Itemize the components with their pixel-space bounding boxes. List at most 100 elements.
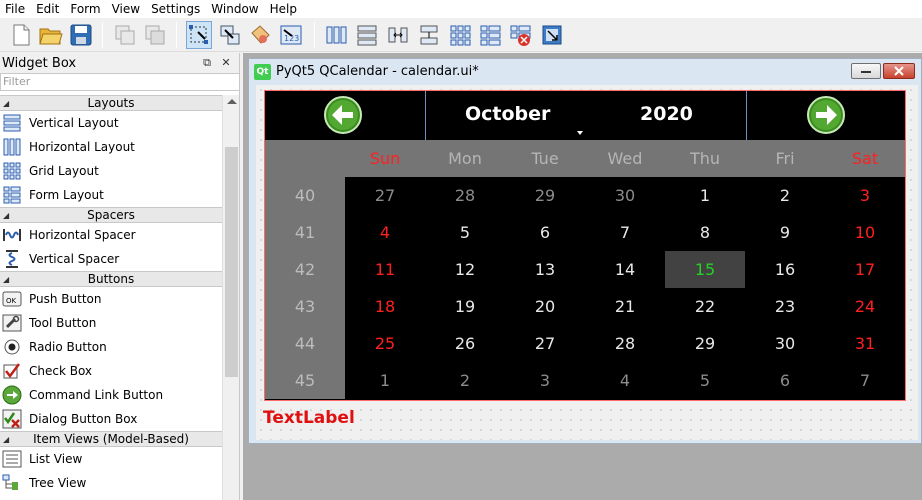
widget-item[interactable]: Command Link Button (0, 383, 222, 407)
save-form-icon[interactable] (68, 21, 94, 49)
layout-vertical-splitter-icon[interactable] (416, 21, 442, 49)
cut-icon[interactable] (112, 21, 138, 49)
widget-box-scrollbar[interactable] (222, 95, 239, 500)
float-panel-icon[interactable]: ⧉ (200, 56, 214, 70)
month-dropdown-icon[interactable] (577, 131, 583, 135)
day-cell[interactable]: 8 (665, 214, 745, 251)
day-cell[interactable]: 17 (825, 251, 905, 288)
day-cell[interactable]: 5 (665, 362, 745, 399)
selected-day-cell[interactable]: 15 (665, 251, 745, 288)
day-cell[interactable]: 5 (425, 214, 505, 251)
widget-item[interactable]: Dialog Button Box (0, 407, 222, 431)
day-cell[interactable]: 27 (345, 177, 425, 214)
day-cell[interactable]: 3 (505, 362, 585, 399)
calendar-widget[interactable]: October 2020 Sun Mon Tue Wed Thu Fri Sat 40 27 28… (264, 90, 906, 401)
day-cell[interactable]: 22 (665, 288, 745, 325)
day-cell[interactable]: 3 (825, 177, 905, 214)
scroll-up-icon[interactable] (227, 99, 237, 104)
widget-item[interactable]: OK Push Button (0, 287, 222, 311)
previous-month-icon[interactable] (323, 95, 363, 135)
menu-edit[interactable]: Edit (31, 0, 65, 18)
new-form-icon[interactable] (8, 21, 34, 49)
layout-vertical-icon[interactable] (354, 21, 380, 49)
day-cell[interactable]: 6 (505, 214, 585, 251)
day-cell[interactable]: 7 (585, 214, 665, 251)
edit-buddies-icon[interactable] (247, 21, 273, 49)
edit-widgets-icon[interactable] (186, 21, 212, 49)
day-cell[interactable]: 30 (745, 325, 825, 362)
collapse-triangle-icon[interactable]: ◢ (3, 209, 9, 223)
day-cell[interactable]: 11 (345, 251, 425, 288)
menu-settings[interactable]: Settings (146, 0, 206, 18)
widget-item[interactable]: Tool Button (0, 311, 222, 335)
day-cell[interactable]: 24 (825, 288, 905, 325)
collapse-triangle-icon[interactable]: ◢ (3, 97, 9, 111)
widget-item[interactable]: Horizontal Layout (0, 135, 222, 159)
widget-item[interactable]: Vertical Layout (0, 111, 222, 135)
collapse-triangle-icon[interactable]: ◢ (3, 273, 9, 287)
adjust-size-icon[interactable] (539, 21, 565, 49)
day-cell[interactable]: 26 (425, 325, 505, 362)
menu-window[interactable]: Window (206, 0, 264, 18)
widget-item[interactable]: List View (0, 447, 222, 471)
day-cell[interactable]: 20 (505, 288, 585, 325)
widget-category-header[interactable]: ◢ Spacers (0, 207, 222, 223)
day-cell[interactable]: 1 (665, 177, 745, 214)
edit-signals-slots-icon[interactable] (217, 21, 243, 49)
close-button[interactable] (883, 63, 915, 79)
day-cell[interactable]: 29 (665, 325, 745, 362)
day-cell[interactable]: 2 (425, 362, 505, 399)
day-cell[interactable]: 18 (345, 288, 425, 325)
widget-category-header[interactable]: ◢ Item Views (Model-Based) (0, 431, 222, 447)
month-selector[interactable]: October (465, 103, 550, 125)
day-cell[interactable]: 29 (505, 177, 585, 214)
day-cell[interactable]: 21 (585, 288, 665, 325)
widget-item[interactable]: Form Layout (0, 183, 222, 207)
widget-item[interactable]: Vertical Spacer (0, 247, 222, 271)
close-panel-icon[interactable]: ✕ (219, 56, 233, 70)
layout-form-icon[interactable] (477, 21, 503, 49)
day-cell[interactable]: 14 (585, 251, 665, 288)
day-cell[interactable]: 6 (745, 362, 825, 399)
widget-item[interactable]: Tree View (0, 471, 222, 495)
day-cell[interactable]: 30 (585, 177, 665, 214)
day-cell[interactable]: 27 (505, 325, 585, 362)
day-cell[interactable]: 2 (745, 177, 825, 214)
menu-help[interactable]: Help (265, 0, 303, 18)
widget-item[interactable]: Radio Button (0, 335, 222, 359)
day-cell[interactable]: 4 (585, 362, 665, 399)
widget-category-header[interactable]: ◢ Layouts (0, 95, 222, 111)
menu-file[interactable]: File (0, 0, 31, 18)
day-cell[interactable]: 25 (345, 325, 425, 362)
copy-icon[interactable] (142, 21, 168, 49)
widget-item[interactable]: Check Box (0, 359, 222, 383)
day-cell[interactable]: 4 (345, 214, 425, 251)
day-cell[interactable]: 7 (825, 362, 905, 399)
day-cell[interactable]: 9 (745, 214, 825, 251)
minimize-button[interactable] (851, 63, 881, 79)
day-cell[interactable]: 13 (505, 251, 585, 288)
menu-view[interactable]: View (107, 0, 146, 18)
break-layout-icon[interactable] (508, 21, 534, 49)
day-cell[interactable]: 28 (425, 177, 505, 214)
day-cell[interactable]: 28 (585, 325, 665, 362)
day-cell[interactable]: 12 (425, 251, 505, 288)
scrollbar-thumb[interactable] (225, 147, 238, 377)
day-cell[interactable]: 1 (345, 362, 425, 399)
day-cell[interactable]: 31 (825, 325, 905, 362)
layout-horizontal-splitter-icon[interactable] (385, 21, 411, 49)
day-cell[interactable]: 10 (825, 214, 905, 251)
widget-item[interactable]: Grid Layout (0, 159, 222, 183)
widget-item[interactable]: Horizontal Spacer (0, 223, 222, 247)
year-spinbox[interactable]: 2020 (640, 103, 693, 125)
form-canvas[interactable]: October 2020 Sun Mon Tue Wed Thu Fri Sat 40 27 28… (256, 85, 918, 440)
collapse-triangle-icon[interactable]: ◢ (3, 433, 9, 447)
edit-tab-order-icon[interactable]: 123 (278, 21, 304, 49)
next-month-icon[interactable] (806, 95, 846, 135)
menu-form[interactable]: Form (65, 0, 106, 18)
layout-horizontal-icon[interactable] (323, 21, 349, 49)
day-cell[interactable]: 19 (425, 288, 505, 325)
day-cell[interactable]: 16 (745, 251, 825, 288)
day-cell[interactable]: 23 (745, 288, 825, 325)
widget-category-header[interactable]: ◢ Buttons (0, 271, 222, 287)
